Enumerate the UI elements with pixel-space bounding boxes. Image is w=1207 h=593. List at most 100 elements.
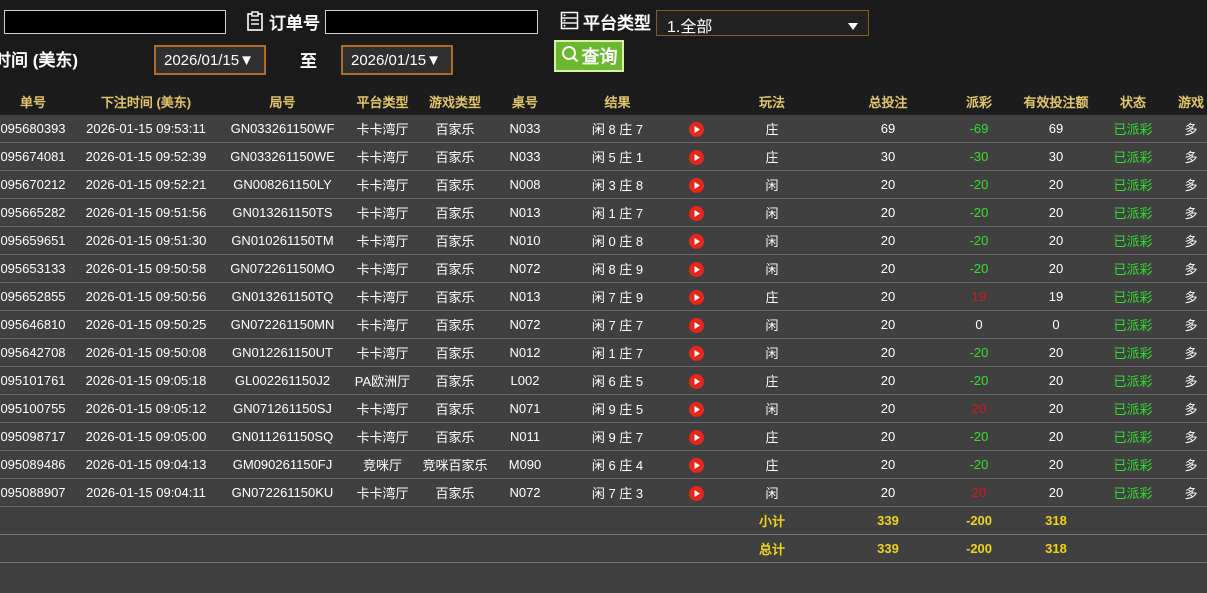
play-icon[interactable]: [688, 456, 704, 473]
play-icon[interactable]: [688, 176, 704, 193]
total-label: 总计: [717, 534, 827, 563]
cell-video: [675, 170, 717, 199]
cell-valid-bet: 20: [1009, 254, 1103, 283]
cell-total-bet: 20: [827, 422, 949, 451]
cell-play: 闲: [717, 254, 827, 283]
cell-table-no: N013: [490, 282, 560, 311]
cell-game: 多: [1163, 115, 1207, 143]
col-payout[interactable]: 派彩: [949, 88, 1009, 115]
cell-game: 多: [1163, 394, 1207, 423]
cell-game: 多: [1163, 254, 1207, 283]
col-total-bet[interactable]: 总投注: [827, 88, 949, 115]
play-icon[interactable]: [688, 232, 704, 249]
cell-payout: -20: [949, 422, 1009, 451]
col-game[interactable]: 游戏: [1163, 88, 1207, 115]
query-button[interactable]: 查询: [554, 40, 624, 72]
play-icon[interactable]: [688, 316, 704, 333]
play-icon[interactable]: [688, 148, 704, 165]
cell-round-no: GN033261150WE: [220, 142, 345, 171]
col-status[interactable]: 状态: [1103, 88, 1163, 115]
date-to-picker[interactable]: 2026/01/15▼: [341, 45, 453, 75]
cell-table-no: N072: [490, 310, 560, 339]
cell-game-type: 百家乐: [420, 338, 490, 367]
cell-payout: -20: [949, 338, 1009, 367]
query-label: 查询: [581, 47, 618, 67]
cell-game-type: 百家乐: [420, 170, 490, 199]
cell-platform: 卡卡湾厅: [345, 478, 420, 507]
cell-video: [675, 226, 717, 255]
cell-game: 多: [1163, 478, 1207, 507]
subtotal-valid: 318: [1009, 506, 1103, 535]
col-platform[interactable]: 平台类型: [345, 88, 420, 115]
cell-bet-time: 2026-01-15 09:50:56: [72, 282, 220, 311]
cell-bet-time: 2026-01-15 09:50:25: [72, 310, 220, 339]
order-input[interactable]: [325, 10, 538, 34]
table-row: 095088907 2026-01-15 09:04:11 GN072261150K…: [0, 478, 1207, 507]
date-from-picker[interactable]: 2026/01/15▼: [154, 45, 266, 75]
play-icon[interactable]: [688, 260, 704, 277]
cell-game: 多: [1163, 366, 1207, 395]
cell-payout: -69: [949, 115, 1009, 143]
cell-bet-time: 2026-01-15 09:04:13: [72, 450, 220, 479]
col-play[interactable]: 玩法: [717, 88, 827, 115]
cell-valid-bet: 20: [1009, 170, 1103, 199]
table-row: 095665282 2026-01-15 09:51:56 GN013261150T…: [0, 198, 1207, 227]
play-icon[interactable]: [688, 288, 704, 305]
table-row: 095101761 2026-01-15 09:05:18 GL002261150J…: [0, 366, 1207, 395]
cell-payout: -30: [949, 142, 1009, 171]
cell-bet-time: 2026-01-15 09:52:39: [72, 142, 220, 171]
play-icon[interactable]: [688, 344, 704, 361]
cell-play: 庄: [717, 115, 827, 143]
cell-result: 闲 7 庄 7: [560, 310, 675, 339]
cell-game: 多: [1163, 226, 1207, 255]
account-input[interactable]: [4, 10, 226, 34]
cell-table-no: N012: [490, 338, 560, 367]
cell-status: 已派彩: [1103, 450, 1163, 479]
table-row: 095646810 2026-01-15 09:50:25 GN072261150M…: [0, 310, 1207, 339]
col-result[interactable]: 结果: [560, 88, 675, 115]
cell-payout: -20: [949, 450, 1009, 479]
cell-platform: 卡卡湾厅: [345, 422, 420, 451]
cell-order-no: 095665282: [0, 198, 72, 227]
cell-game-type: 百家乐: [420, 198, 490, 227]
cell-round-no: GN033261150WF: [220, 115, 345, 143]
play-icon[interactable]: [688, 428, 704, 445]
cell-platform: 卡卡湾厅: [345, 170, 420, 199]
bet-records-table: 单号 下注时间 (美东) 局号 平台类型 游戏类型 桌号 结果 玩法 总投注 派…: [0, 88, 1207, 563]
cell-round-no: GN013261150TQ: [220, 282, 345, 311]
cell-table-no: N013: [490, 198, 560, 227]
col-table-no[interactable]: 桌号: [490, 88, 560, 115]
cell-platform: 卡卡湾厅: [345, 338, 420, 367]
col-game-type[interactable]: 游戏类型: [420, 88, 490, 115]
play-icon[interactable]: [688, 372, 704, 389]
cell-status: 已派彩: [1103, 366, 1163, 395]
cell-result: 闲 9 庄 7: [560, 422, 675, 451]
play-icon[interactable]: [688, 204, 704, 221]
cell-video: [675, 282, 717, 311]
col-bet-time[interactable]: 下注时间 (美东): [72, 88, 220, 115]
cell-video: [675, 450, 717, 479]
play-icon[interactable]: [688, 120, 704, 137]
cell-table-no: N008: [490, 170, 560, 199]
cell-order-no: 095642708: [0, 338, 72, 367]
cell-platform: 卡卡湾厅: [345, 142, 420, 171]
col-round-no[interactable]: 局号: [220, 88, 345, 115]
platform-select[interactable]: 1.全部: [656, 10, 869, 36]
cell-platform: 卡卡湾厅: [345, 310, 420, 339]
cell-play: 庄: [717, 366, 827, 395]
cell-valid-bet: 30: [1009, 142, 1103, 171]
cell-table-no: N072: [490, 254, 560, 283]
play-icon[interactable]: [688, 400, 704, 417]
cell-video: [675, 422, 717, 451]
cell-video: [675, 366, 717, 395]
play-icon[interactable]: [688, 484, 704, 501]
cell-game: 多: [1163, 450, 1207, 479]
col-valid-bet[interactable]: 有效投注额: [1009, 88, 1103, 115]
cell-game-type: 百家乐: [420, 282, 490, 311]
col-order-no[interactable]: 单号: [0, 88, 72, 115]
cell-game: 多: [1163, 170, 1207, 199]
cell-valid-bet: 20: [1009, 338, 1103, 367]
cell-game-type: 百家乐: [420, 226, 490, 255]
cell-bet-time: 2026-01-15 09:05:12: [72, 394, 220, 423]
cell-round-no: GN008261150LY: [220, 170, 345, 199]
